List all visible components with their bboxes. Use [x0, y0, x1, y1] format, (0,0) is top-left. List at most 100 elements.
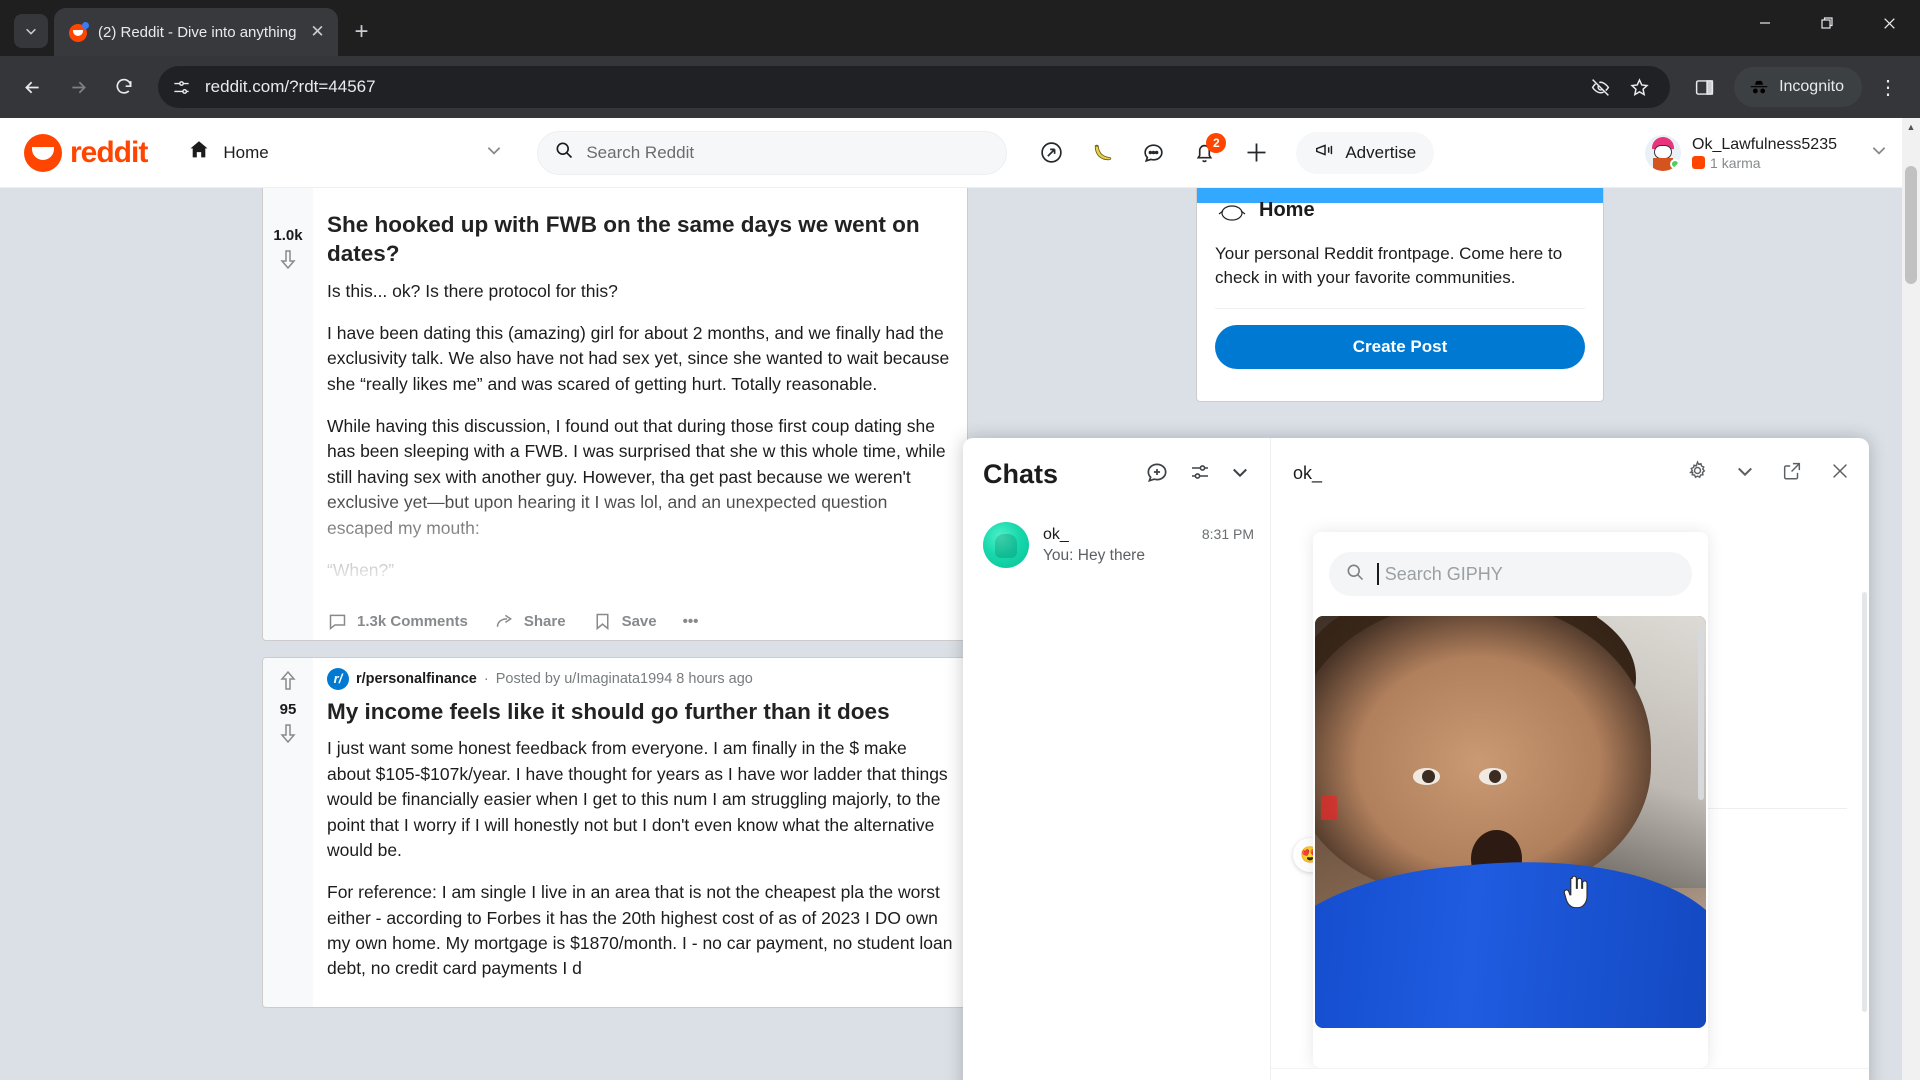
karma-icon: [1692, 156, 1706, 169]
post-text: Is this... ok? Is there protocol for thi…: [327, 279, 955, 584]
search-icon: [554, 140, 574, 165]
gif-result[interactable]: [1315, 616, 1706, 1028]
chat-thread-item[interactable]: ok_ 8:31 PM You: Hey there: [963, 510, 1270, 580]
sidebar-card-content: Home Your personal Reddit frontpage. Com…: [1197, 199, 1603, 401]
sidebar-card-title-row: Home: [1215, 191, 1585, 230]
reddit-logo[interactable]: reddit: [24, 133, 148, 172]
post-paragraph: While having this discussion, I found ou…: [327, 416, 946, 538]
minimize-icon[interactable]: [1734, 0, 1796, 46]
subreddit-name[interactable]: r/personalfinance: [356, 671, 477, 687]
chat-conversation-title: ok_: [1293, 462, 1323, 483]
site-settings-icon[interactable]: [172, 78, 191, 97]
post-score: 95: [279, 700, 297, 718]
more-options-button[interactable]: •••: [683, 613, 699, 630]
home-icon: [187, 138, 211, 167]
comments-button[interactable]: 1.3k Comments: [327, 611, 468, 632]
browser-tab[interactable]: (2) Reddit - Dive into anything ✕: [54, 8, 339, 56]
post-byline: ·: [483, 670, 489, 687]
star-icon[interactable]: [1629, 77, 1650, 98]
address-bar[interactable]: reddit.com/?rdt=44567: [158, 66, 1671, 108]
post-meta: r/ r/personalfinance · Posted by u/Imagi…: [327, 667, 955, 690]
post-text-wrap: Is this... ok? Is there protocol for thi…: [327, 279, 955, 599]
kebab-menu-icon[interactable]: ⋮: [1868, 75, 1908, 100]
page-content: 1.0k She hooked up with FWB on the same …: [0, 136, 1920, 1080]
advertise-label: Advertise: [1345, 142, 1417, 162]
gif-watermark: [1321, 796, 1337, 820]
downvote-icon[interactable]: [276, 722, 300, 751]
vote-column: 1.0k: [263, 137, 313, 640]
forward-icon[interactable]: [58, 67, 98, 107]
gear-icon[interactable]: [1686, 459, 1709, 487]
chat-messages-area: 😍 Hey there: [1271, 508, 1869, 1068]
avatar: [983, 522, 1029, 568]
page-scrollbar[interactable]: ▲: [1902, 118, 1920, 1080]
web-page: reddit Home Search Reddit 2 Advertise Ok…: [0, 118, 1920, 1080]
close-icon[interactable]: ✕: [306, 22, 328, 42]
chat-messages-scrollbar[interactable]: [1862, 592, 1867, 1012]
reddit-logo-icon: [24, 133, 62, 172]
incognito-indicator[interactable]: Incognito: [1734, 67, 1862, 107]
upvote-icon[interactable]: [276, 668, 300, 697]
chat-filter-icon[interactable]: [1188, 460, 1212, 489]
close-icon[interactable]: [1858, 0, 1920, 46]
share-button[interactable]: Share: [494, 611, 566, 632]
scroll-up-icon[interactable]: ▲: [1902, 118, 1920, 136]
new-tab-button[interactable]: +: [338, 20, 384, 56]
chat-thread-name: ok_: [1043, 525, 1069, 543]
search-icon: [1345, 562, 1365, 587]
popular-icon[interactable]: [1039, 140, 1064, 165]
notification-badge: 2: [1206, 133, 1227, 153]
giphy-search-bar[interactable]: [1329, 552, 1692, 596]
scrollbar-thumb[interactable]: [1905, 166, 1917, 284]
chat-list-header: Chats: [963, 438, 1270, 510]
post-title[interactable]: My income feels like it should go furthe…: [327, 698, 955, 727]
notifications-icon[interactable]: 2: [1192, 133, 1227, 165]
home-dropdown-label: Home: [223, 142, 269, 162]
maximize-icon[interactable]: [1796, 0, 1858, 46]
create-post-button[interactable]: Create Post: [1215, 324, 1585, 369]
home-dropdown[interactable]: Home: [175, 130, 515, 176]
header-icon-group: 2: [1039, 133, 1270, 166]
create-icon[interactable]: [1243, 139, 1270, 166]
tab-title: (2) Reddit - Dive into anything: [98, 23, 297, 41]
username: Ok_Lawfulness5235: [1692, 135, 1837, 153]
post-paragraph: I just want some honest feedback from ev…: [327, 738, 948, 860]
close-icon[interactable]: [1829, 460, 1851, 487]
reddit-icon: [68, 22, 89, 42]
post-feed: 1.0k She hooked up with FWB on the same …: [262, 136, 968, 1024]
reload-icon[interactable]: [104, 67, 144, 107]
post-card[interactable]: 1.0k She hooked up with FWB on the same …: [262, 136, 968, 641]
user-menu[interactable]: Ok_Lawfulness5235 1 karma: [1645, 134, 1896, 171]
downvote-icon[interactable]: [276, 248, 300, 277]
tab-search-button[interactable]: [14, 14, 48, 48]
chat-icon[interactable]: [1141, 140, 1166, 165]
giphy-picker: [1313, 532, 1708, 1068]
side-panel-icon[interactable]: [1684, 77, 1724, 98]
post-score: 1.0k: [273, 227, 303, 244]
save-button[interactable]: Save: [592, 611, 657, 632]
search-input[interactable]: [586, 142, 991, 163]
advertise-button[interactable]: Advertise: [1296, 131, 1435, 174]
chat-list-collapse-icon[interactable]: [1230, 462, 1250, 487]
giphy-search-input[interactable]: [1384, 563, 1676, 585]
chevron-down-icon: [485, 141, 503, 164]
megaphone-icon: [1314, 139, 1336, 166]
reddit-header: reddit Home Search Reddit 2 Advertise Ok…: [0, 118, 1920, 188]
post-title[interactable]: She hooked up with FWB on the same days …: [327, 211, 955, 269]
post-card[interactable]: 95 r/ r/personalfinance · Posted by u/Im…: [262, 656, 968, 1008]
chat-panel: Chats ok_ 8:31 PM You: Hey there ok_ 😍 S…: [963, 438, 1869, 1080]
eye-off-icon[interactable]: [1590, 77, 1611, 98]
tab-strip: (2) Reddit - Dive into anything ✕ +: [0, 0, 1920, 56]
open-external-icon[interactable]: [1781, 460, 1803, 487]
post-text: I just want some honest feedback from ev…: [327, 736, 955, 981]
snoo-icon: [1215, 191, 1249, 230]
post-body: r/ r/personalfinance · Posted by u/Imagi…: [313, 658, 967, 1007]
back-icon[interactable]: [12, 67, 52, 107]
search-bar[interactable]: [537, 130, 1008, 175]
new-chat-icon[interactable]: [1144, 459, 1170, 490]
giphy-scrollbar[interactable]: [1698, 628, 1704, 800]
banana-icon[interactable]: [1090, 140, 1115, 165]
chevron-down-icon[interactable]: [1735, 461, 1755, 486]
post-paragraph: For reference: I am single I live in an …: [327, 882, 953, 979]
home-sidebar-card: Home Your personal Reddit frontpage. Com…: [1196, 160, 1604, 402]
